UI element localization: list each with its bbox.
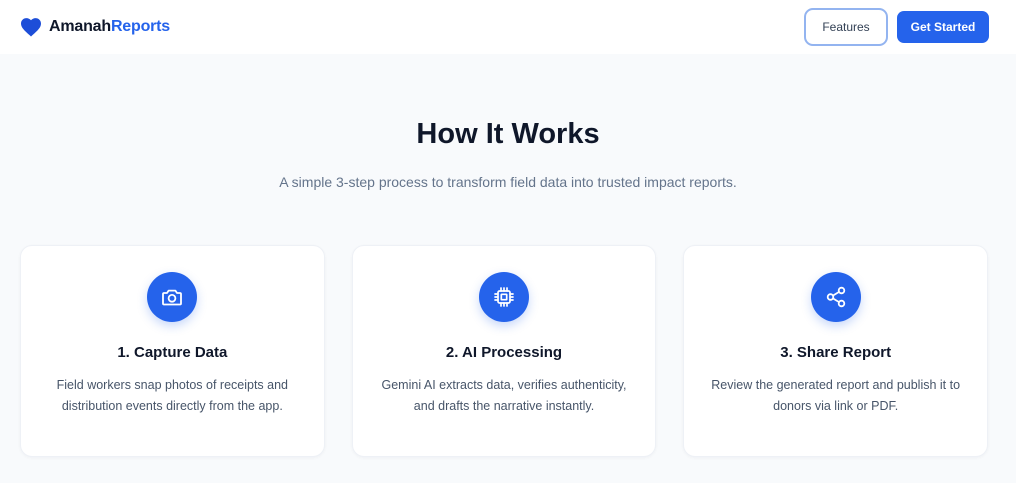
step-icon-badge — [147, 272, 198, 322]
step-card-ai-processing: 2. AI Processing Gemini AI extracts data… — [351, 245, 657, 457]
brand-name: AmanahReports — [49, 18, 170, 36]
cpu-chip-icon — [494, 287, 514, 307]
heart-icon — [21, 18, 41, 37]
section-subtitle: A simple 3-step process to transform fie… — [279, 174, 737, 190]
features-button[interactable]: Features — [804, 8, 888, 46]
navbar: AmanahReports Features Get Started — [0, 0, 1016, 54]
camera-icon — [162, 289, 183, 306]
step-title: 1. Capture Data — [117, 344, 228, 361]
step-description: Gemini AI extracts data, verifies authen… — [381, 378, 627, 413]
steps-list: 1. Capture Data Field workers snap photo… — [20, 245, 989, 457]
get-started-button[interactable]: Get Started — [897, 11, 989, 43]
step-card-share-report: 3. Share Report Review the generated rep… — [683, 245, 989, 457]
section-title: How It Works — [416, 118, 600, 150]
brand-name-part1: Amanah — [49, 18, 111, 35]
step-icon-badge — [810, 272, 861, 322]
step-icon-badge — [479, 272, 529, 322]
share-icon — [826, 286, 845, 308]
brand-logo-link[interactable]: AmanahReports — [20, 17, 170, 37]
brand-name-part2: Reports — [110, 18, 170, 35]
step-description: Field workers snap photos of receipts an… — [56, 378, 289, 413]
step-description: Review the generated report and publish … — [711, 378, 961, 413]
step-title: 2. AI Processing — [445, 344, 563, 361]
step-title: 3. Share Report — [780, 344, 892, 361]
nav-actions: Features Get Started — [804, 8, 989, 46]
step-card-capture: 1. Capture Data Field workers snap photo… — [20, 245, 325, 457]
